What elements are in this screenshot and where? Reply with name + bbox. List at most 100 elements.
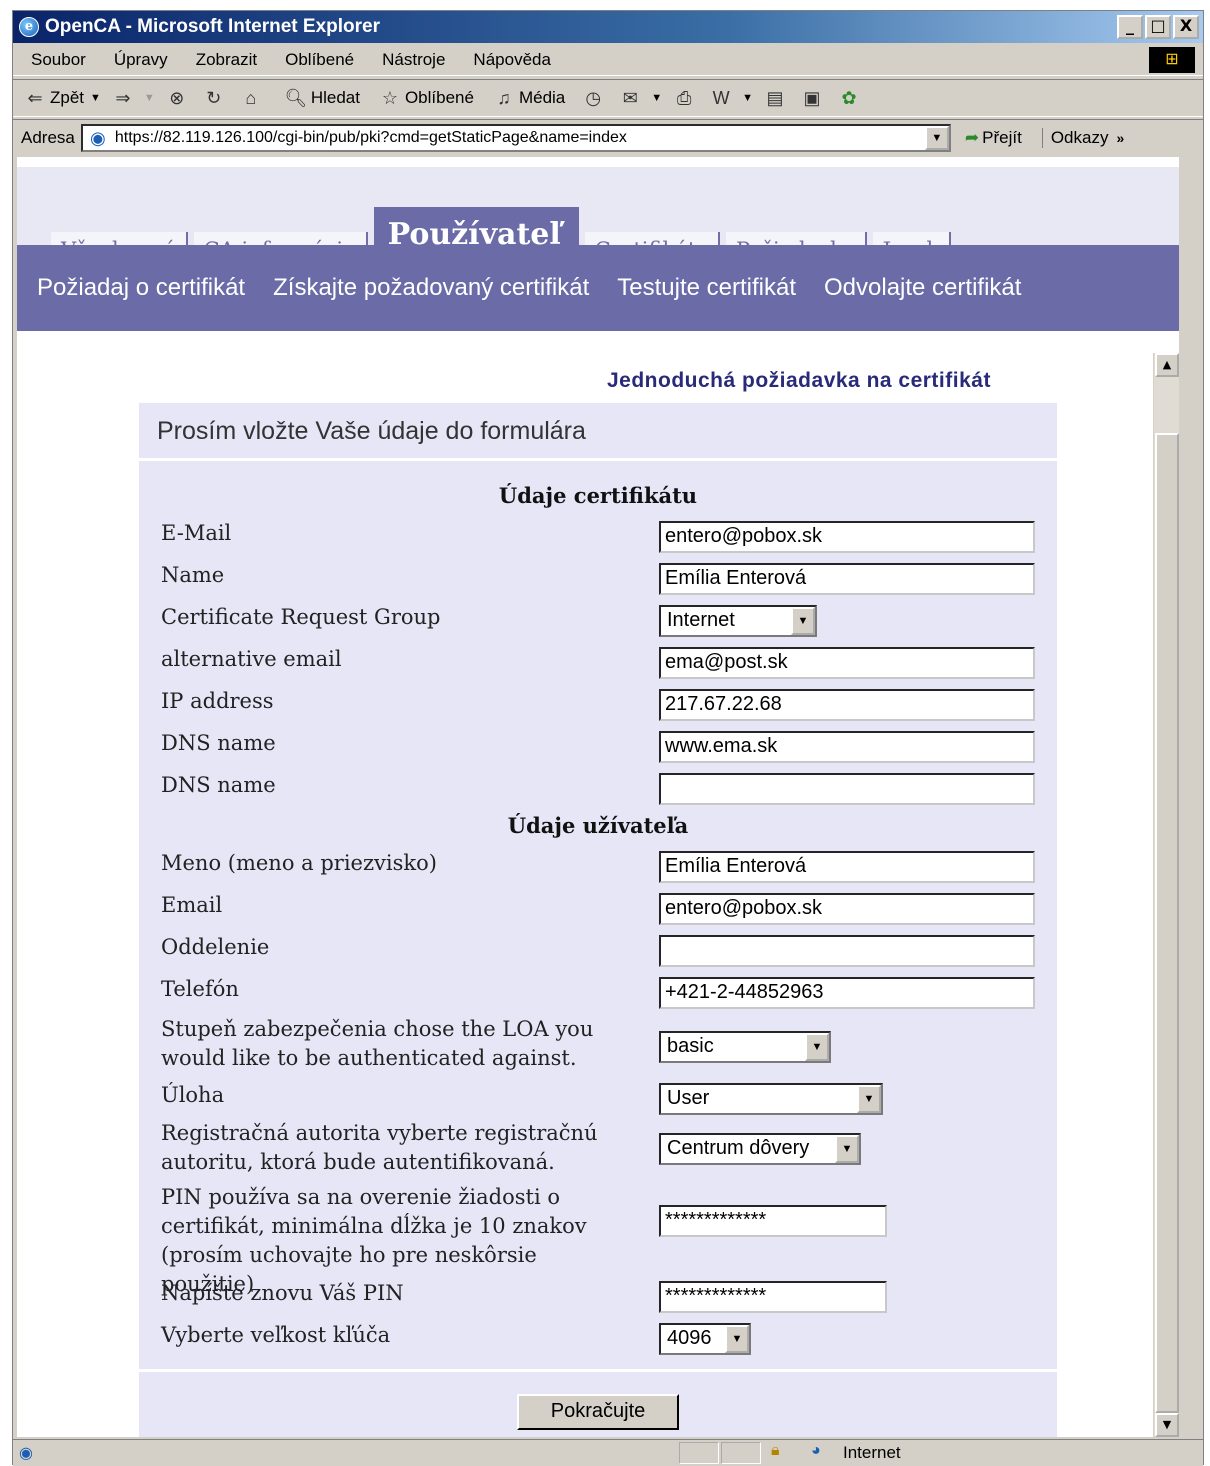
pin-confirm-field[interactable]: ************* bbox=[659, 1281, 887, 1313]
selected-value: Centrum dôvery bbox=[667, 1137, 810, 1159]
address-url[interactable]: https://82.119.126.100/cgi-bin/pub/pki?c… bbox=[115, 129, 627, 147]
stop-button[interactable]: ⊗ bbox=[165, 86, 192, 110]
link-request-certificate[interactable]: Požiadaj o certifikát bbox=[37, 274, 245, 302]
loa-select[interactable]: basic ▼ bbox=[659, 1031, 831, 1063]
form-row: Registračná autorita vyberte registračnú… bbox=[161, 1119, 1041, 1179]
search-icon: 🔍︎ bbox=[284, 88, 308, 108]
menu-view[interactable]: Zobrazit bbox=[196, 50, 257, 70]
field-label: Certificate Request Group bbox=[161, 605, 441, 629]
scroll-down-icon[interactable]: ▼ bbox=[1155, 1413, 1179, 1437]
field-label: IP address bbox=[161, 689, 274, 713]
field-label: Oddelenie bbox=[161, 935, 270, 959]
key-size-select[interactable]: 4096 ▼ bbox=[659, 1323, 751, 1355]
ip-address-field[interactable]: 217.67.22.68 bbox=[659, 689, 1035, 721]
selected-value: Internet bbox=[667, 609, 735, 631]
document-icon: ▤ bbox=[766, 88, 784, 108]
media-button[interactable]: ♫ Média bbox=[492, 86, 565, 110]
mail-button[interactable]: ✉ ▼ bbox=[618, 86, 662, 110]
field-label: Vyberte veľkost kľúča bbox=[161, 1323, 391, 1347]
field-label: Meno (meno a priezvisko) bbox=[161, 851, 437, 875]
home-icon: ⌂ bbox=[245, 88, 257, 108]
request-group-select[interactable]: Internet ▼ bbox=[659, 605, 817, 637]
links-more-icon[interactable]: » bbox=[1116, 130, 1124, 146]
menu-file[interactable]: Soubor bbox=[31, 50, 86, 70]
menu-help[interactable]: Nápověda bbox=[473, 50, 551, 70]
continue-button[interactable]: Pokračujte bbox=[517, 1394, 679, 1430]
minimize-button[interactable]: _ bbox=[1117, 15, 1143, 39]
address-input[interactable]: ◉ https://82.119.126.100/cgi-bin/pub/pki… bbox=[80, 123, 951, 152]
status-bar: ◉ 🔒︎ ◕ Internet bbox=[13, 1439, 1203, 1466]
media-label: Média bbox=[518, 88, 566, 107]
search-button[interactable]: 🔍︎ Hledat bbox=[284, 86, 360, 110]
page-status-icon: ◉ bbox=[19, 1445, 33, 1462]
favorites-label: Oblíbené bbox=[404, 88, 474, 107]
toolbar: ⇐ Zpět ▼ ⇒ ▼ ⊗ ↻ ⌂ 🔍︎ Hledat ☆ Oblíbené … bbox=[13, 79, 1203, 117]
form-row: DNS name www.ema.sk bbox=[161, 729, 1041, 769]
field-label: Telefón bbox=[161, 977, 239, 1001]
dns-name-field[interactable]: www.ema.sk bbox=[659, 731, 1035, 763]
form-row: Oddelenie bbox=[161, 933, 1041, 973]
dropdown-icon[interactable]: ▼ bbox=[805, 1033, 829, 1061]
edit-button[interactable]: W ▼ bbox=[709, 86, 753, 110]
name-field[interactable]: Emília Enterová bbox=[659, 563, 1035, 595]
dropdown-icon[interactable]: ▼ bbox=[791, 607, 815, 635]
mail-icon: ✉ bbox=[622, 88, 638, 108]
dropdown-icon[interactable]: ▼ bbox=[90, 92, 101, 104]
home-button[interactable]: ⌂ bbox=[239, 86, 266, 110]
ra-select[interactable]: Centrum dôvery ▼ bbox=[659, 1133, 861, 1165]
print-icon: ⎙ bbox=[676, 88, 692, 108]
pin-field[interactable]: ************* bbox=[659, 1205, 887, 1237]
dropdown-icon[interactable]: ▼ bbox=[742, 92, 753, 104]
dropdown-icon[interactable]: ▼ bbox=[835, 1135, 859, 1163]
discuss-button[interactable]: ▤ bbox=[763, 86, 790, 110]
addon-button[interactable]: ✿ bbox=[837, 86, 864, 110]
back-button[interactable]: ⇐ Zpět ▼ bbox=[23, 86, 101, 110]
messenger-button[interactable]: ▣ bbox=[800, 86, 827, 110]
maximize-button[interactable]: □ bbox=[1145, 15, 1171, 39]
alternative-email-field[interactable]: ema@post.sk bbox=[659, 647, 1035, 679]
dropdown-icon[interactable]: ▼ bbox=[651, 92, 662, 104]
field-label-line: autoritu, ktorá bude autentifikovaná. bbox=[161, 1150, 555, 1174]
forward-button[interactable]: ⇒ ▼ bbox=[111, 86, 155, 110]
links-button[interactable]: Odkazy bbox=[1041, 127, 1108, 148]
phone-field[interactable]: +421-2-44852963 bbox=[659, 977, 1035, 1009]
dns-name-field-2[interactable] bbox=[659, 773, 1035, 805]
vertical-scrollbar[interactable]: ▲ ▼ bbox=[1153, 353, 1179, 1437]
department-field[interactable] bbox=[659, 935, 1035, 967]
history-icon: ◷ bbox=[585, 88, 602, 108]
address-dropdown-icon[interactable]: ▼ bbox=[924, 125, 949, 150]
link-revoke-certificate[interactable]: Odvolajte certifikát bbox=[824, 274, 1021, 302]
forward-arrow-icon: ⇒ bbox=[115, 88, 131, 108]
dropdown-icon[interactable]: ▼ bbox=[725, 1325, 749, 1353]
refresh-button[interactable]: ↻ bbox=[202, 86, 229, 110]
history-button[interactable]: ◷ bbox=[581, 86, 608, 110]
full-name-field[interactable]: Emília Enterová bbox=[659, 851, 1035, 883]
role-select[interactable]: User ▼ bbox=[659, 1083, 883, 1115]
email-field[interactable]: entero@pobox.sk bbox=[659, 521, 1035, 553]
scroll-thumb[interactable] bbox=[1155, 433, 1179, 1413]
form-row: DNS name bbox=[161, 771, 1041, 811]
selected-value: 4096 bbox=[667, 1327, 712, 1349]
user-email-field[interactable]: entero@pobox.sk bbox=[659, 893, 1035, 925]
form-row: alternative email ema@post.sk bbox=[161, 645, 1041, 685]
close-button[interactable]: X bbox=[1173, 15, 1199, 39]
link-test-certificate[interactable]: Testujte certifikát bbox=[617, 274, 796, 302]
link-get-certificate[interactable]: Získajte požadovaný certifikát bbox=[273, 274, 589, 302]
scroll-up-icon[interactable]: ▲ bbox=[1155, 353, 1179, 377]
menu-edit[interactable]: Úpravy bbox=[114, 50, 168, 70]
word-icon: W bbox=[712, 88, 730, 108]
field-label-line: PIN používa sa na overenie žiadosti o bbox=[161, 1185, 560, 1209]
menu-favorites[interactable]: Oblíbené bbox=[285, 50, 354, 70]
addon-icon: ✿ bbox=[841, 88, 857, 108]
print-button[interactable]: ⎙ bbox=[672, 86, 699, 110]
windows-logo-icon: ⊞ bbox=[1149, 47, 1195, 73]
dropdown-icon[interactable]: ▼ bbox=[144, 92, 155, 104]
go-button[interactable]: ➦ Přejít bbox=[965, 128, 1022, 148]
menu-tools[interactable]: Nástroje bbox=[382, 50, 445, 70]
favorites-button[interactable]: ☆ Oblíbené bbox=[378, 86, 474, 110]
stop-icon: ⊗ bbox=[169, 88, 185, 108]
selected-value: User bbox=[667, 1087, 710, 1109]
dropdown-icon[interactable]: ▼ bbox=[857, 1085, 881, 1113]
field-label: DNS name bbox=[161, 731, 276, 755]
tab-row: Všeobecné CA informácie Používateľ Certi… bbox=[17, 167, 1179, 264]
